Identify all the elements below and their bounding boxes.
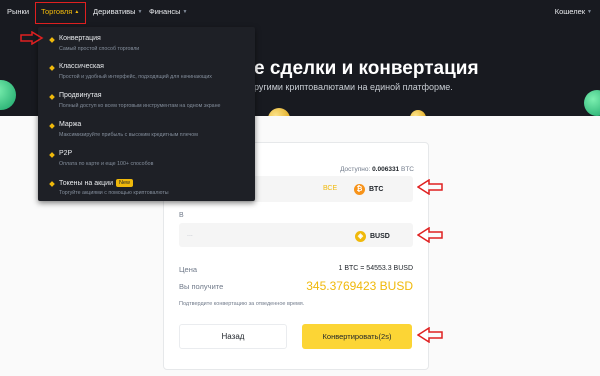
top-nav-bar: Рынки Торговля ▲ Деривативы ▼ Финансы ▼ Кош… [0,0,600,24]
rate-value: 1 BTC = 54553.3 BUSD [338,265,413,272]
busd-icon: ◈ [355,230,366,242]
dropdown-item-desc: Самый простой способ торговли [59,46,140,52]
rate-label: Цена [179,265,198,274]
dropdown-item-title: Токены на акции New [59,179,134,187]
to-coin-label: BUSD [370,232,390,240]
highlight-box-trade [35,2,86,24]
dropdown-item-margin[interactable]: Маржа Максимизируйте прибыль с высоким к… [38,118,255,146]
dropdown-item-classic[interactable]: Классическая Простой и удобный интерфейс… [38,60,255,88]
dropdown-item-title: Продвинутая [59,92,102,99]
dropdown-item-desc: Простой и удобный интерфейс, подходящий … [59,74,212,80]
decorative-coin-icon [0,80,16,110]
red-arrow-left-icon [417,327,443,343]
from-coin-selector[interactable]: ₿ BTC [354,176,383,202]
decorative-coin-icon [268,108,290,116]
diamond-bullet-icon [49,94,55,100]
hero-title: е сделки и конвертация [254,58,479,79]
diamond-bullet-icon [49,181,55,187]
nav-finance[interactable]: Финансы ▼ [149,0,187,24]
hero-subtitle: ругими криптовалютами на единой платформ… [254,82,453,92]
to-placeholder: ... [187,231,193,238]
dropdown-item-title-text: Токены на акции [59,180,113,187]
diamond-bullet-icon [49,37,55,43]
nav-markets-label: Рынки [7,7,30,16]
convert-button[interactable]: Конвертировать(2s) [302,324,412,349]
chevron-down-icon: ▼ [137,9,143,15]
available-value: 0.006331 [372,166,400,173]
nav-wallet-label: Кошелек [554,7,586,16]
max-all-button[interactable]: ВСЕ [323,176,337,202]
nav-finance-label: Финансы [149,7,181,16]
to-amount-field[interactable]: ... ◈ BUSD [179,223,413,247]
dropdown-item-desc: Максимизируйте прибыль с высоким кредитн… [59,132,198,138]
dropdown-item-desc: Торгуйте акциями с помощью криптовалюты [59,190,169,196]
dropdown-item-stock-tokens[interactable]: Токены на акции New Торгуйте акциями с по… [38,176,255,204]
diamond-bullet-icon [49,123,55,129]
dropdown-item-advanced[interactable]: Продвинутая Полный доступ ко всем торгов… [38,89,255,117]
diamond-bullet-icon [49,152,55,158]
confirm-note: Подтвердите конвертацию за отведенное вр… [179,301,305,307]
available-balance: Доступно: 0.006331 BTC [340,166,414,173]
nav-wallet[interactable]: Кошелек ▼ [555,0,592,24]
red-arrow-left-icon [417,227,443,243]
dropdown-item-desc: Оплата по карте и еще 100+ способов [59,161,154,167]
red-arrow-right-icon [20,31,44,45]
chevron-down-icon: ▼ [587,9,592,15]
red-arrow-left-icon [417,179,443,195]
dropdown-item-p2p[interactable]: P2P Оплата по карте и еще 100+ способов [38,147,255,175]
chevron-down-icon: ▼ [182,9,188,15]
receive-value: 345.3769423 BUSD [306,279,413,293]
nav-derivatives[interactable]: Деривативы ▼ [93,0,142,24]
diamond-bullet-icon [49,65,55,71]
decorative-coin-icon [584,90,600,116]
dropdown-item-desc: Полный доступ ко всем торговым инструмен… [59,103,221,109]
dropdown-item-title: Конвертация [59,35,101,42]
nav-derivatives-label: Деривативы [93,7,136,16]
to-coin-selector[interactable]: ◈ BUSD [355,223,390,249]
from-coin-label: BTC [369,185,384,193]
dropdown-item-title: P2P [59,150,73,157]
dropdown-item-title: Маржа [59,121,82,128]
available-label: Доступно: [340,166,371,173]
bitcoin-icon: ₿ [354,183,365,195]
trade-dropdown-menu: Конвертация Самый простой способ торговл… [38,27,255,201]
receive-label: Вы получите [179,282,224,291]
dropdown-item-convert[interactable]: Конвертация Самый простой способ торговл… [38,32,255,60]
nav-markets[interactable]: Рынки [7,0,29,24]
to-label: В [179,212,184,219]
back-button[interactable]: Назад [179,324,287,349]
available-unit: BTC [401,166,414,173]
dropdown-item-title: Классическая [59,63,104,70]
new-badge: New [116,179,134,187]
